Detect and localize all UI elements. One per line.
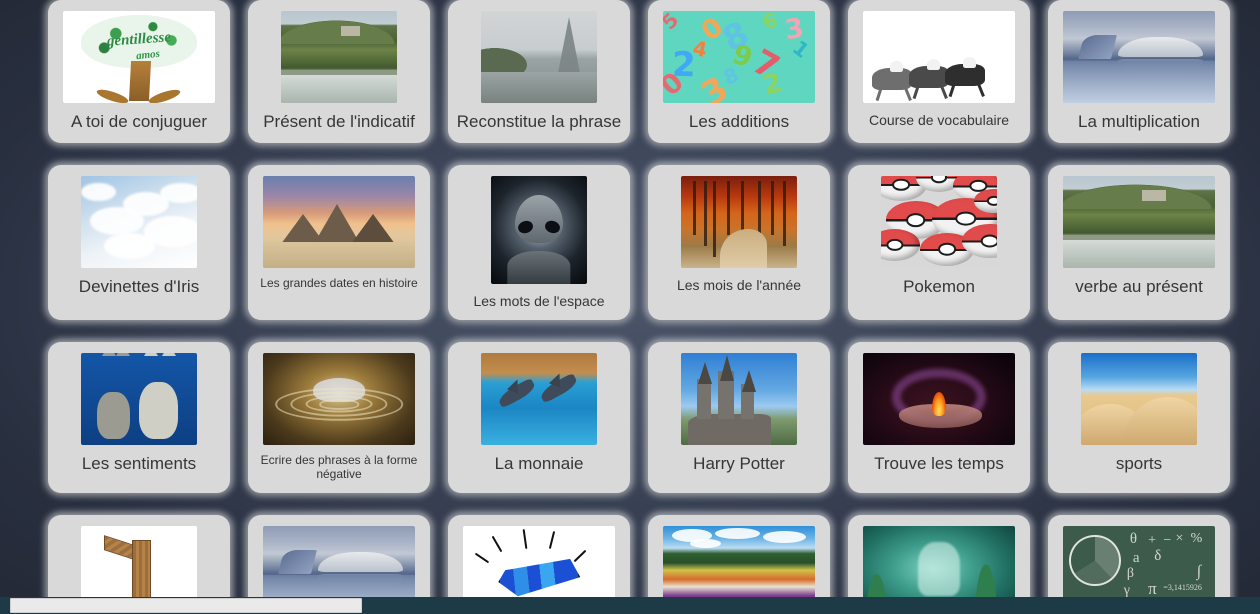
activity-tile-label: Devinettes d'Iris — [78, 276, 200, 296]
activity-tile-label: La monnaie — [494, 453, 584, 473]
fire-thumbnail-art — [863, 352, 1015, 445]
activity-tile[interactable]: Les sentiments — [48, 341, 230, 493]
horizontal-scrollbar-thumb[interactable] — [10, 598, 362, 613]
activity-tile[interactable]: La monnaie — [448, 341, 630, 493]
tile-grid: gentillesse amos A toi de conjuguer Présent… — [0, 0, 1260, 614]
activity-thumbnail — [863, 11, 1015, 103]
activity-thumbnail — [481, 352, 597, 445]
activity-thumbnail — [263, 352, 415, 445]
activity-thumbnail — [1081, 352, 1197, 445]
activity-thumbnail — [863, 352, 1015, 445]
autumn-thumbnail-art — [681, 175, 797, 268]
activity-tile-label: Les grandes dates en histoire — [260, 275, 418, 290]
activity-tile[interactable]: Les mois de l'année — [648, 164, 830, 320]
activity-thumbnail — [681, 175, 797, 268]
activity-tile-label: Reconstitue la phrase — [456, 112, 622, 131]
valencia-thumbnail-art — [1063, 11, 1215, 103]
activity-thumbnail — [491, 175, 587, 284]
activity-tile-label: Les additions — [688, 112, 790, 131]
alien-thumbnail-art — [491, 175, 587, 284]
river-thumbnail-art — [1063, 175, 1215, 268]
activity-tile-label: Trouve les temps — [874, 453, 1004, 473]
activity-tile-label: Course de vocabulaire — [868, 112, 1010, 128]
clouds-thumbnail-art — [81, 175, 197, 268]
activity-tile[interactable]: Harry Potter — [648, 341, 830, 493]
activity-thumbnail — [81, 352, 197, 445]
pyramids-thumbnail-art — [263, 175, 415, 268]
activity-thumbnail — [881, 175, 997, 268]
horizontal-scrollbar[interactable] — [0, 597, 1260, 614]
river-thumbnail-art — [281, 11, 397, 103]
wordcloud-thumbnail-art: gentillesse amos — [63, 11, 215, 103]
activity-tile-label: Présent de l'indicatif — [263, 112, 415, 131]
tile-grid-viewport[interactable]: gentillesse amos A toi de conjuguer Présent… — [0, 0, 1260, 614]
activity-thumbnail — [263, 175, 415, 268]
activity-tile[interactable]: Ecrire des phrases à la forme négative — [248, 341, 430, 493]
activity-tile-label: Les sentiments — [81, 453, 197, 473]
activity-tile[interactable]: Les grandes dates en histoire — [248, 164, 430, 320]
activity-thumbnail — [81, 175, 197, 268]
activity-tile-label: Harry Potter — [693, 453, 785, 473]
activity-thumbnail — [1063, 175, 1215, 268]
activity-thumbnail: gentillesse amos — [63, 11, 215, 103]
activity-tile[interactable]: 5 0 8 6 3 2 4 9 7 1 0 3 8 2 Les additions — [648, 0, 830, 143]
activity-tile[interactable]: sports — [1048, 341, 1230, 493]
activity-thumbnail: 50863249710382 — [663, 11, 815, 103]
activity-thumbnail — [281, 11, 397, 103]
cats-thumbnail-art — [81, 352, 197, 445]
dolphins-thumbnail-art — [481, 352, 597, 445]
horses-thumbnail-art — [863, 11, 1015, 103]
activity-tile-label: verbe au présent — [1075, 276, 1203, 296]
activity-tile[interactable]: gentillesse amos A toi de conjuguer — [48, 0, 230, 143]
activity-tile[interactable]: Présent de l'indicatif — [248, 0, 430, 143]
activity-tile-label: Pokemon — [903, 276, 975, 296]
castle-thumbnail-art — [681, 352, 797, 445]
pokeball-thumbnail-art — [881, 175, 997, 268]
eiffel-thumbnail-art — [481, 11, 597, 103]
activity-thumbnail — [1063, 11, 1215, 103]
activity-tile-label: sports — [1115, 453, 1163, 473]
activity-tile[interactable]: Pokemon — [848, 164, 1030, 320]
activity-tile[interactable]: Trouve les temps — [848, 341, 1030, 493]
activity-tile[interactable]: La multiplication — [1048, 0, 1230, 143]
activity-tile[interactable]: Course de vocabulaire — [848, 0, 1030, 143]
activity-tile-label: Les mots de l'espace — [473, 292, 605, 309]
desert-thumbnail-art — [1081, 352, 1197, 445]
activity-tile[interactable]: Reconstitue la phrase — [448, 0, 630, 143]
numbers-thumbnail-art: 50863249710382 — [663, 11, 815, 103]
activity-tile-label: Ecrire des phrases à la forme négative — [260, 452, 418, 481]
activity-tile[interactable]: Devinettes d'Iris — [48, 164, 230, 320]
activity-tile-label: La multiplication — [1078, 112, 1200, 131]
activity-tile-label: A toi de conjuguer — [70, 112, 208, 131]
activity-tile[interactable]: Les mots de l'espace — [448, 164, 630, 320]
activity-tile[interactable]: verbe au présent — [1048, 164, 1230, 320]
activity-thumbnail — [681, 352, 797, 445]
drop-thumbnail-art — [263, 352, 415, 445]
activity-tile-label: Les mois de l'année — [676, 276, 802, 293]
activity-thumbnail — [481, 11, 597, 103]
